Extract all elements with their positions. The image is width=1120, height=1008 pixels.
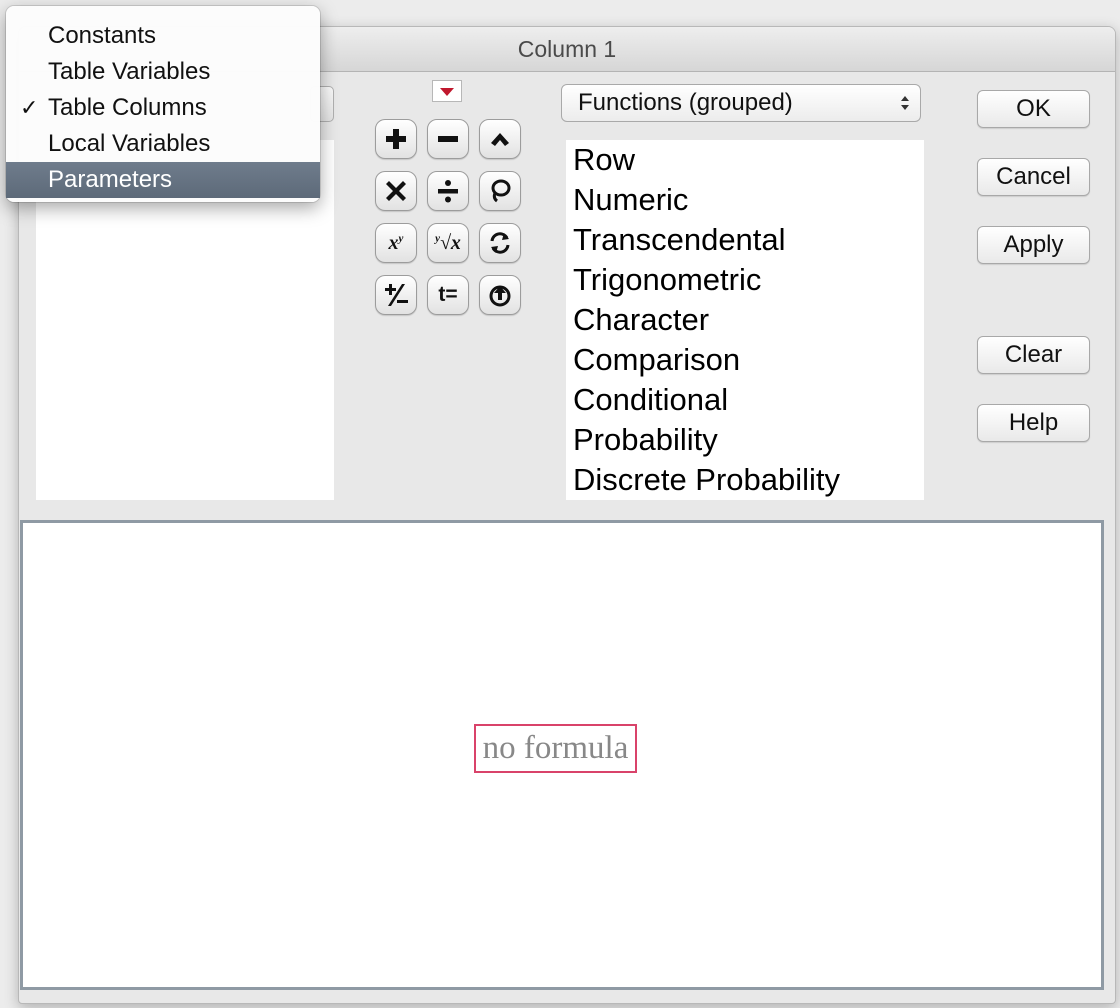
checkmark-icon: ✓ — [20, 95, 39, 120]
menu-item-table-variables[interactable]: Table Variables — [6, 54, 320, 90]
help-button[interactable]: Help — [977, 404, 1090, 442]
formula-placeholder[interactable]: no formula — [474, 724, 637, 773]
root-icon: y√x — [435, 231, 461, 254]
clear-button[interactable]: Clear — [977, 336, 1090, 374]
lasso-button[interactable] — [479, 171, 521, 211]
function-group-item[interactable]: Discrete Probability — [566, 460, 924, 500]
lasso-icon — [491, 179, 511, 203]
minus-button[interactable] — [427, 119, 469, 159]
function-group-item[interactable]: Probability — [566, 420, 924, 460]
menu-item-label: Constants — [48, 22, 157, 49]
function-group-list[interactable]: Row Numeric Transcendental Trigonometric… — [566, 140, 924, 500]
minus-icon — [438, 136, 458, 142]
source-popup-menu: Constants Table Variables ✓ Table Column… — [6, 6, 320, 202]
divide-button[interactable] — [427, 171, 469, 211]
rotate-button[interactable] — [479, 223, 521, 263]
apply-button[interactable]: Apply — [977, 226, 1090, 264]
rotate-icon — [490, 232, 510, 254]
menu-item-local-variables[interactable]: Local Variables — [6, 126, 320, 162]
multiply-icon — [386, 181, 406, 201]
caret-up-icon — [491, 133, 509, 146]
function-group-item[interactable]: Row — [566, 140, 924, 180]
menu-item-label: Parameters — [48, 166, 173, 193]
peel-icon — [489, 285, 511, 307]
assign-icon: t= — [438, 283, 458, 306]
function-group-item[interactable]: Numeric — [566, 180, 924, 220]
function-group-item[interactable]: Comparison — [566, 340, 924, 380]
root-button[interactable]: y√x — [427, 223, 469, 263]
function-group-item[interactable]: Trigonometric — [566, 260, 924, 300]
menu-item-label: Table Columns — [48, 94, 207, 121]
menu-item-label: Table Variables — [48, 58, 211, 85]
plus-icon — [386, 129, 406, 149]
ok-button[interactable]: OK — [977, 90, 1090, 128]
functions-select[interactable]: Functions (grouped) — [561, 84, 921, 122]
raise-button[interactable] — [479, 119, 521, 159]
peel-button[interactable] — [479, 275, 521, 315]
multiply-button[interactable] — [375, 171, 417, 211]
function-group-item[interactable]: Transcendental — [566, 220, 924, 260]
plus-minus-icon — [385, 284, 408, 306]
function-group-item[interactable]: Conditional — [566, 380, 924, 420]
keypad-options-dropdown[interactable] — [432, 80, 462, 102]
function-group-item[interactable]: Character — [566, 300, 924, 340]
updown-chevron-icon — [901, 96, 909, 110]
plus-button[interactable] — [375, 119, 417, 159]
power-button[interactable]: xy — [375, 223, 417, 263]
assign-button[interactable]: t= — [427, 275, 469, 315]
menu-item-table-columns[interactable]: ✓ Table Columns — [6, 90, 320, 126]
dropdown-arrow-icon — [440, 88, 454, 96]
plus-minus-button[interactable] — [375, 275, 417, 315]
menu-item-constants[interactable]: Constants — [6, 18, 320, 54]
power-icon: xy — [388, 231, 404, 254]
functions-select-value: Functions (grouped) — [578, 89, 793, 116]
menu-item-label: Local Variables — [48, 130, 211, 157]
menu-item-parameters[interactable]: Parameters — [6, 162, 320, 198]
cancel-button[interactable]: Cancel — [977, 158, 1090, 196]
divide-icon — [438, 180, 458, 203]
